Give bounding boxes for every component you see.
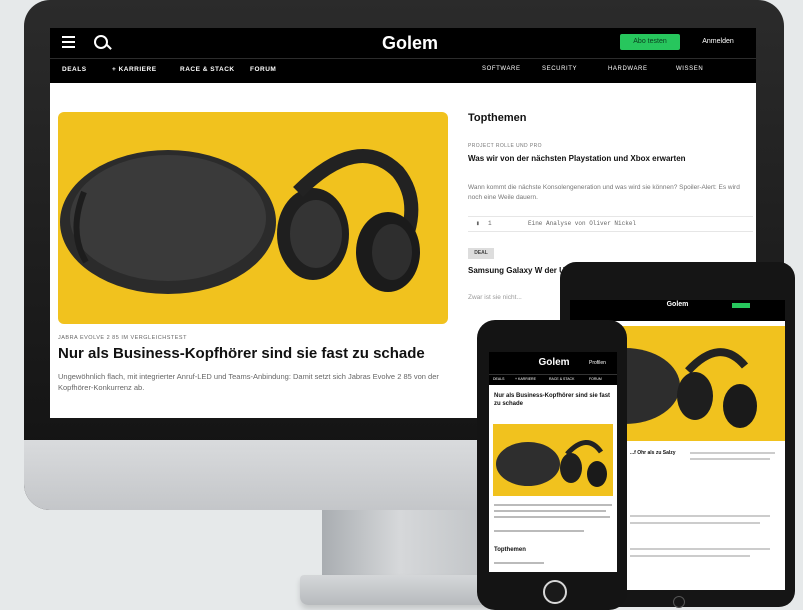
nav-item-hardware[interactable]: HARDWARE [608,66,648,72]
phone-login[interactable]: Profilen [589,360,606,366]
tablet-subscribe-button[interactable] [732,303,750,308]
tablet-text-line [630,555,750,557]
phone-text-line [494,516,610,518]
phone-nav-race-stack[interactable]: RACE & STACK [549,377,574,381]
tablet-headline[interactable]: ...f Ohr als zu Salzy [630,450,676,456]
tablet-text-line [630,522,760,524]
topthemen-kicker: PROJECT ROLLE UND PRO [468,143,542,149]
top-bar: Golem Abo testen Anmelden [50,28,756,58]
site-logo[interactable]: Golem [350,33,470,54]
comment-icon[interactable]: ▮ [476,220,480,227]
tablet-text-line [690,452,775,454]
comment-count: 1 [488,220,492,227]
phone-logo[interactable]: Golem [529,357,579,368]
hero-kicker: JABRA EVOLVE 2 85 IM VERGLEICHSTEST [58,335,187,341]
deal-badge: DEAL [468,248,494,259]
topthemen-headline[interactable]: Was wir von der nächsten Playstation und… [468,153,748,164]
phone-text-line [494,510,606,512]
topthemen-meta: ▮ 1 Eine Analyse von Oliver Nickel [468,216,753,232]
topthemen-teaser: Wann kommt die nächste Konsolengeneratio… [468,184,740,201]
nav-item-wissen[interactable]: WISSEN [676,66,703,72]
phone-hero-image[interactable] [493,424,613,496]
tablet-top-bar: Golem [570,300,785,312]
hero-teaser: Ungewöhnlich flach, mit integrierter Anr… [58,372,439,392]
byline: Eine Analyse von Oliver Nickel [528,220,637,227]
headphones-image [60,149,420,294]
search-icon[interactable] [94,35,108,49]
phone-nav: DEALS + KARRIERE RACE & STACK FORUM [489,374,617,385]
phone-nav-karriere[interactable]: + KARRIERE [515,377,536,381]
main-nav: DEALS + KARRIERE RACE & STACK FORUM SOFT… [50,58,756,83]
phone-headphones-image [496,440,607,487]
phone-screen: Golem Profilen DEALS + KARRIERE RACE & S… [489,352,617,572]
topthemen-title: Topthemen [468,112,527,124]
nav-item-deals[interactable]: DEALS [62,66,87,73]
phone-text-line [494,530,584,532]
nav-item-forum[interactable]: FORUM [250,66,276,73]
nav-item-software[interactable]: SOFTWARE [482,66,521,72]
hero-headline[interactable]: Nur als Business-Kopfhörer sind sie fast… [58,345,425,362]
phone-headline[interactable]: Nur als Business-Kopfhörer sind sie fast… [494,392,612,408]
subscribe-button[interactable]: Abo testen [620,34,680,50]
tablet-text-line [630,515,770,517]
phone-text-line [494,504,612,506]
monitor-stand-neck [322,505,494,585]
search-icon-handle [106,44,112,50]
tablet-logo[interactable]: Golem [655,301,700,308]
tablet-home-button[interactable] [673,596,685,608]
phone-top-bar: Golem Profilen [489,352,617,374]
hero-image[interactable] [58,112,448,324]
phone-nav-forum[interactable]: FORUM [589,377,602,381]
nav-item-race-stack[interactable]: RACE & STACK [180,66,235,73]
nav-item-security[interactable]: SECURITY [542,66,577,72]
menu-icon[interactable] [62,36,75,51]
tablet-text-line [690,458,770,460]
tablet-text-line [630,548,770,550]
phone-section-title: Topthemen [494,547,526,553]
phone-text-line [494,562,544,564]
nav-item-karriere[interactable]: + KARRIERE [112,66,157,73]
phone-nav-deals[interactable]: DEALS [493,377,504,381]
login-link[interactable]: Anmelden [688,34,748,50]
phone-home-button[interactable] [543,580,567,604]
